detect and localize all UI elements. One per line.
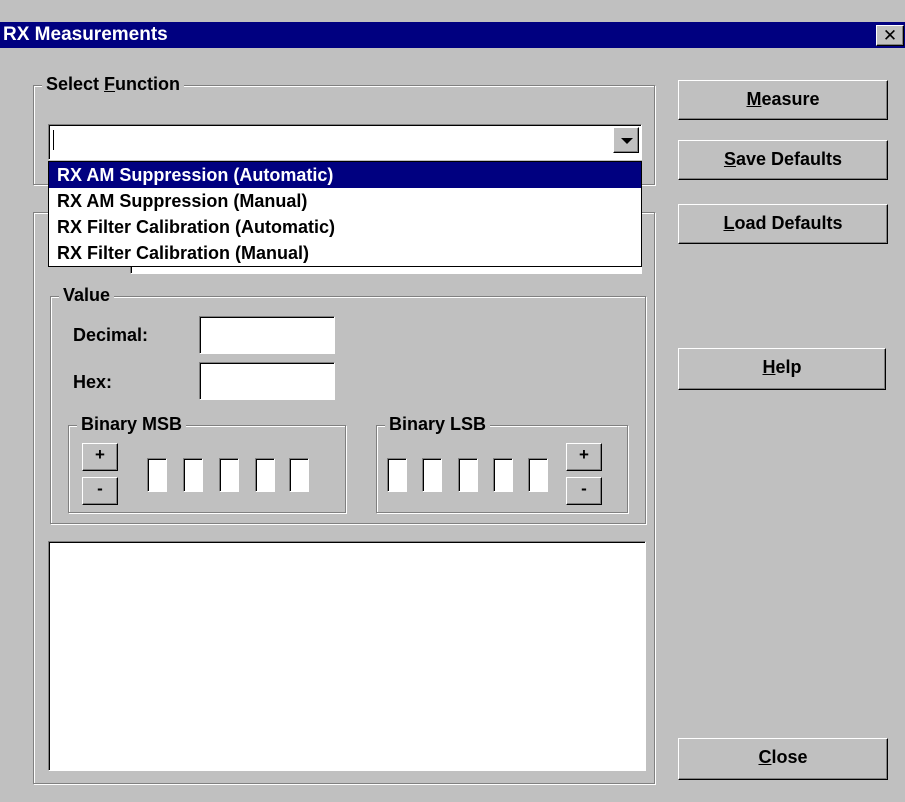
function-dropdown-list[interactable]: RX AM Suppression (Automatic) RX AM Supp… [48,161,642,267]
window-title: RX Measurements [3,24,168,45]
binary-lsb-minus-button[interactable]: - [566,477,602,505]
msb-bit-box[interactable] [219,458,239,492]
binary-lsb-legend: Binary LSB [385,414,491,434]
decimal-label: Decimal: [73,325,149,345]
msb-bit-box[interactable] [255,458,275,492]
value-legend: Value [59,285,115,305]
text-caret [53,130,54,150]
measure-button[interactable]: Measure [678,80,888,120]
lsb-bit-box[interactable] [528,458,548,492]
chevron-down-icon[interactable] [613,127,639,153]
load-defaults-button[interactable]: Load Defaults [678,204,888,244]
lsb-bit-box[interactable] [422,458,442,492]
help-button[interactable]: Help [678,348,886,390]
function-combo-box[interactable] [48,124,642,160]
binary-msb-legend: Binary MSB [77,414,187,434]
title-bar[interactable]: RX Measurements ✕ [0,22,905,48]
msb-bit-box[interactable] [147,458,167,492]
close-window-button[interactable]: ✕ [876,25,904,46]
msb-bit-box[interactable] [183,458,203,492]
dropdown-option-am-suppression-automatic[interactable]: RX AM Suppression (Automatic) [49,162,641,188]
hex-field[interactable] [199,362,335,400]
decimal-field[interactable] [199,316,335,354]
binary-msb-plus-button[interactable]: + [82,443,118,471]
close-button[interactable]: Close [678,738,888,780]
select-function-legend: Select Function [42,74,185,94]
dropdown-option-filter-calibration-automatic[interactable]: RX Filter Calibration (Automatic) [49,214,641,240]
lsb-bit-box[interactable] [387,458,407,492]
dropdown-option-am-suppression-manual[interactable]: RX AM Suppression (Manual) [49,188,641,214]
lsb-bit-box[interactable] [458,458,478,492]
dropdown-option-filter-calibration-manual[interactable]: RX Filter Calibration (Manual) [49,240,641,266]
rx-measurements-dialog: RX Measurements ✕ Select Function Value … [0,0,905,802]
output-text-area[interactable] [48,541,646,771]
msb-bit-box[interactable] [289,458,309,492]
binary-msb-minus-button[interactable]: - [82,477,118,505]
hex-label: Hex: [73,372,113,392]
save-defaults-button[interactable]: Save Defaults [678,140,888,180]
close-icon: ✕ [882,26,898,45]
binary-lsb-plus-button[interactable]: + [566,443,602,471]
lsb-bit-box[interactable] [493,458,513,492]
